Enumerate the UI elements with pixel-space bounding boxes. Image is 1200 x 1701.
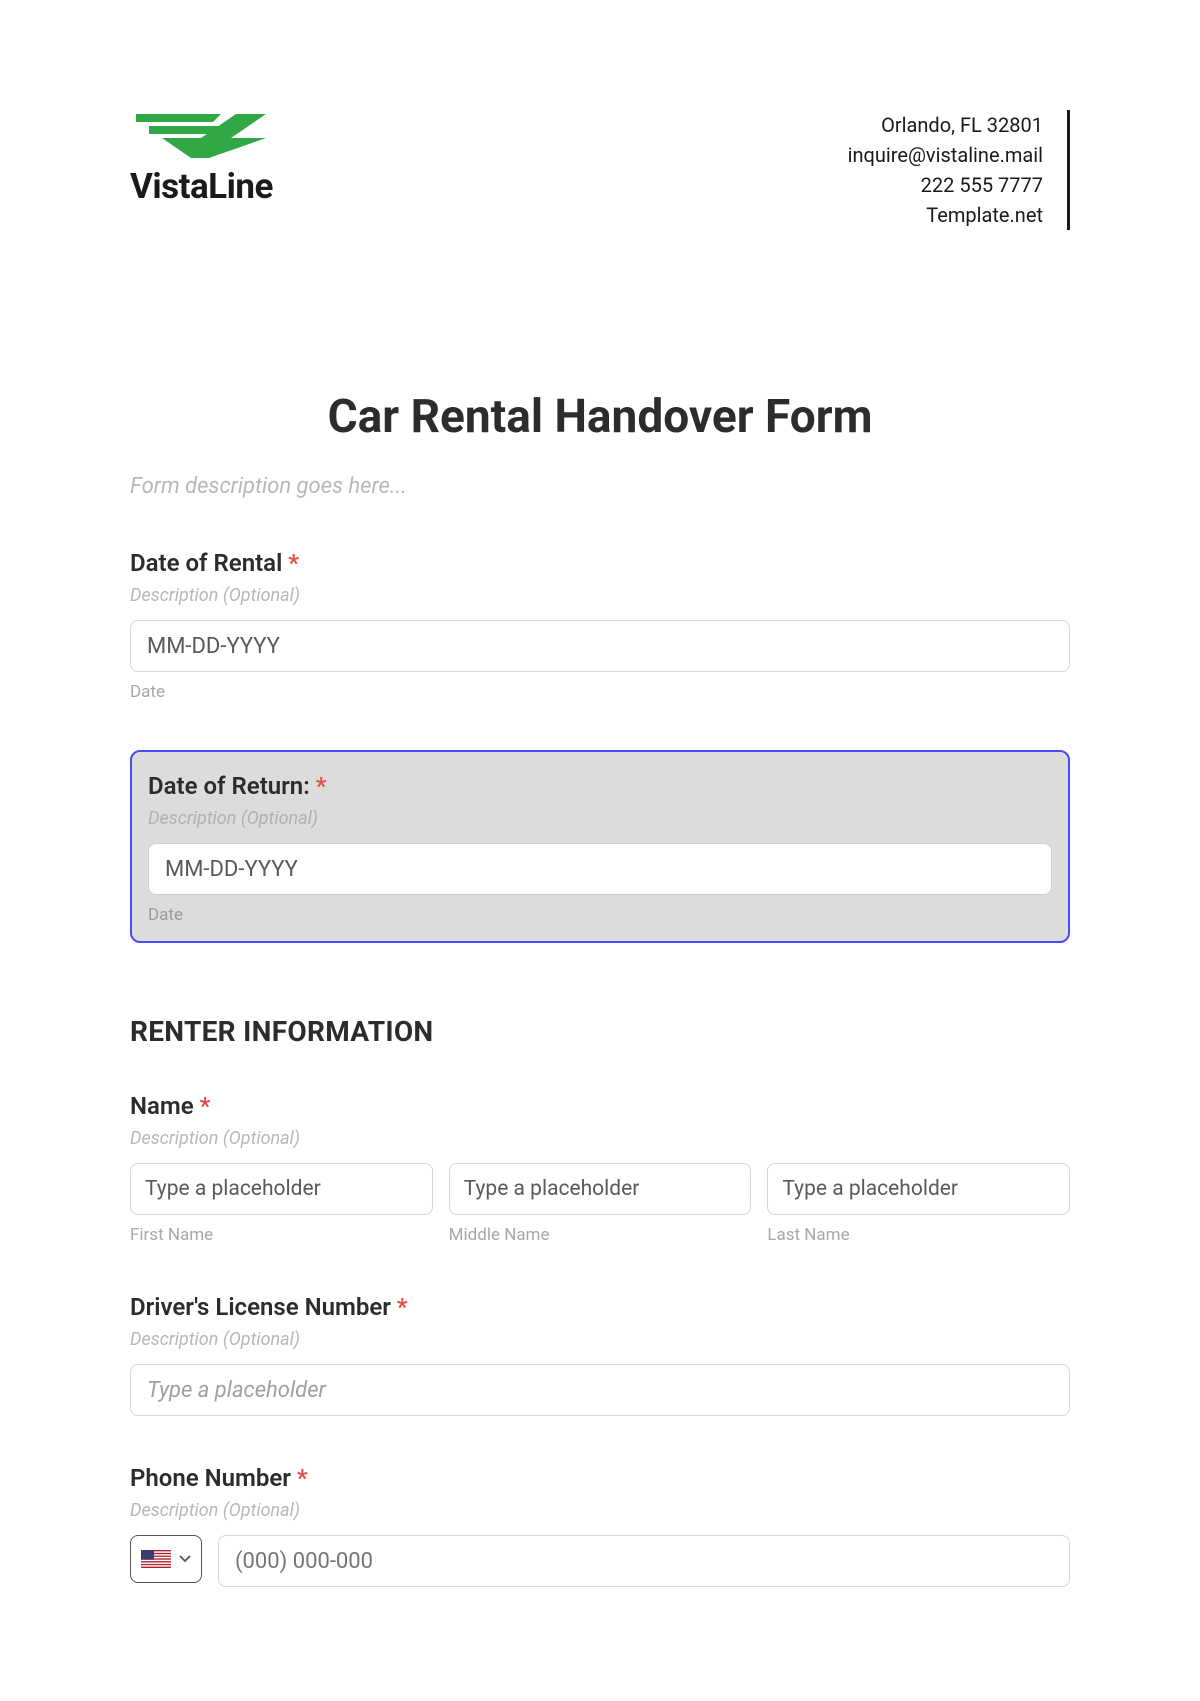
middle-name-sublabel: Middle Name xyxy=(449,1225,752,1245)
name-desc: Description (Optional) xyxy=(130,1128,1070,1149)
field-return-date-selected[interactable]: Date of Return: * Description (Optional)… xyxy=(130,750,1070,943)
required-mark: * xyxy=(397,1293,408,1321)
required-mark: * xyxy=(288,549,299,577)
return-date-input[interactable] xyxy=(148,843,1052,895)
field-license: Driver's License Number * Description (O… xyxy=(130,1293,1070,1416)
contact-phone: 222 555 7777 xyxy=(848,170,1043,200)
contact-site: Template.net xyxy=(848,200,1043,230)
contact-email: inquire@vistaline.mail xyxy=(848,140,1043,170)
return-date-sublabel: Date xyxy=(148,905,1052,925)
logo-icon xyxy=(131,110,271,158)
rental-date-input[interactable] xyxy=(130,620,1070,672)
chevron-down-icon xyxy=(179,1555,191,1563)
middle-name-input[interactable] xyxy=(449,1163,752,1215)
phone-desc: Description (Optional) xyxy=(130,1500,1070,1521)
field-rental-date: Date of Rental * Description (Optional) … xyxy=(130,549,1070,702)
logo-block: VistaLine xyxy=(130,110,273,207)
field-phone: Phone Number * Description (Optional) xyxy=(130,1464,1070,1587)
return-date-desc: Description (Optional) xyxy=(148,808,1052,829)
form-description: Form description goes here... xyxy=(130,474,1070,499)
license-input[interactable] xyxy=(130,1364,1070,1416)
required-mark: * xyxy=(297,1464,308,1492)
form-title: Car Rental Handover Form xyxy=(130,390,1070,444)
required-mark: * xyxy=(200,1092,211,1120)
return-date-label: Date of Return: * xyxy=(148,772,1052,800)
name-label: Name * xyxy=(130,1092,1070,1120)
rental-date-desc: Description (Optional) xyxy=(130,585,1070,606)
logo-text: VistaLine xyxy=(130,166,273,207)
rental-date-label: Date of Rental * xyxy=(130,549,1070,577)
header: VistaLine Orlando, FL 32801 inquire@vist… xyxy=(130,110,1070,230)
contact-address: Orlando, FL 32801 xyxy=(848,110,1043,140)
phone-input[interactable] xyxy=(218,1535,1070,1587)
last-name-input[interactable] xyxy=(767,1163,1070,1215)
field-name: Name * Description (Optional) First Name… xyxy=(130,1092,1070,1245)
license-label: Driver's License Number * xyxy=(130,1293,1070,1321)
phone-country-select[interactable] xyxy=(130,1535,202,1583)
required-mark: * xyxy=(316,772,327,800)
contact-info: Orlando, FL 32801 inquire@vistaline.mail… xyxy=(848,110,1070,230)
section-renter-info: RENTER INFORMATION xyxy=(130,1015,1070,1048)
first-name-sublabel: First Name xyxy=(130,1225,433,1245)
us-flag-icon xyxy=(141,1550,171,1568)
license-desc: Description (Optional) xyxy=(130,1329,1070,1350)
first-name-input[interactable] xyxy=(130,1163,433,1215)
last-name-sublabel: Last Name xyxy=(767,1225,1070,1245)
phone-label: Phone Number * xyxy=(130,1464,1070,1492)
rental-date-sublabel: Date xyxy=(130,682,1070,702)
